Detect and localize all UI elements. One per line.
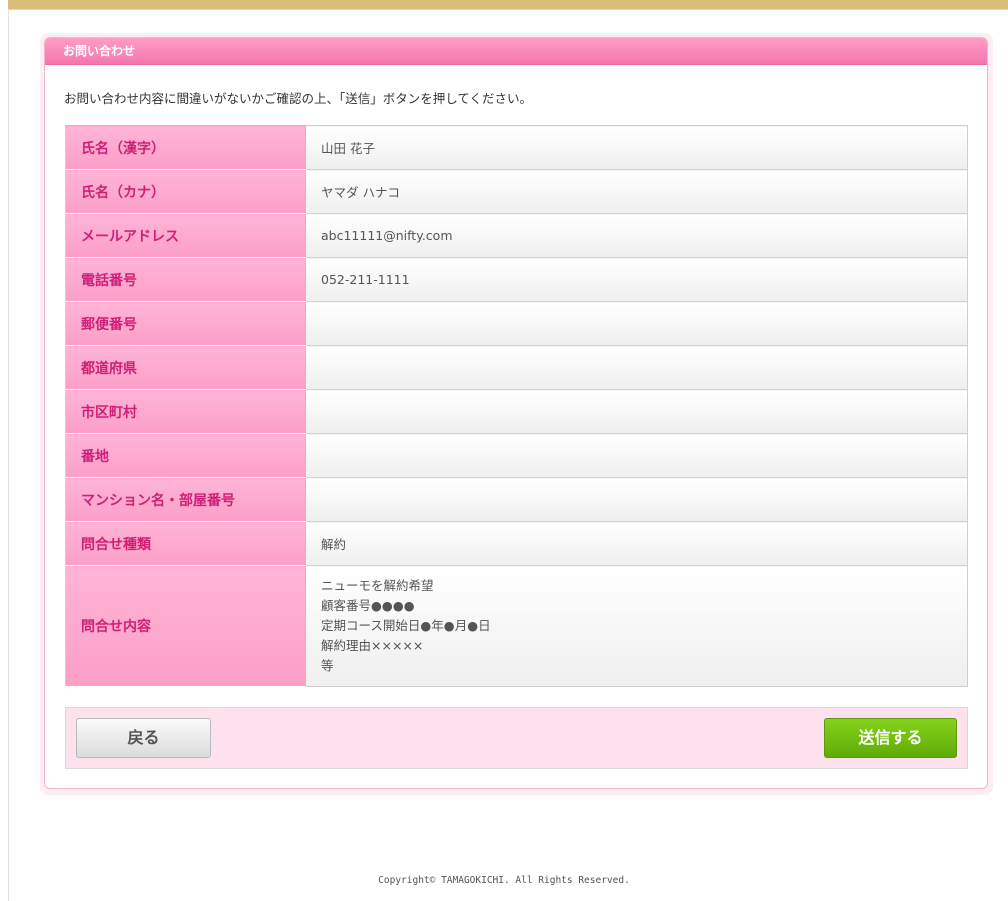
- table-row: 問合せ内容 ニューモを解約希望 顧客番号●●●● 定期コース開始日●年●月●日 …: [65, 565, 968, 687]
- table-row: 都道府県: [65, 345, 968, 390]
- row-value-city: [305, 389, 968, 434]
- action-bar: 戻る 送信する: [65, 707, 968, 769]
- row-label-prefecture: 都道府県: [65, 345, 306, 390]
- panel-title: お問い合わせ: [45, 38, 987, 65]
- row-label-email: メールアドレス: [65, 213, 306, 258]
- table-row: 氏名（漢字） 山田 花子: [65, 125, 968, 170]
- inquiry-line: 顧客番号●●●●: [321, 598, 415, 613]
- intro-text: お問い合わせ内容に間違いがないかご確認の上、「送信」ボタンを押してください。: [64, 91, 533, 106]
- inquiry-line: 解約理由×××××: [321, 638, 424, 653]
- footer-copyright: Copyright© TAMAGOKICHI. All Rights Reser…: [378, 875, 630, 886]
- row-value-address: [305, 433, 968, 478]
- row-value-email: abc11111@nifty.com: [305, 213, 968, 258]
- row-value-phone: 052-211-1111: [305, 257, 968, 302]
- table-row: 番地: [65, 433, 968, 478]
- row-value-prefecture: [305, 345, 968, 390]
- inquiry-line: 等: [321, 658, 334, 673]
- table-row: 氏名（カナ） ヤマダ ハナコ: [65, 169, 968, 214]
- left-border-line: [8, 9, 9, 901]
- top-accent-bar: [8, 0, 1008, 10]
- table-row: 電話番号 052-211-1111: [65, 257, 968, 302]
- row-label-inquiry-type: 問合せ種類: [65, 521, 306, 566]
- inquiry-line: 定期コース開始日●年●月●日: [321, 618, 491, 633]
- row-label-city: 市区町村: [65, 389, 306, 434]
- send-button[interactable]: 送信する: [824, 718, 957, 758]
- table-row: 郵便番号: [65, 301, 968, 346]
- back-button[interactable]: 戻る: [76, 718, 211, 758]
- row-label-name-kanji: 氏名（漢字）: [65, 125, 306, 170]
- row-value-postal-code: [305, 301, 968, 346]
- row-label-phone: 電話番号: [65, 257, 306, 302]
- row-value-inquiry-type: 解約: [305, 521, 968, 566]
- inquiry-line: ニューモを解約希望: [321, 578, 434, 593]
- row-label-inquiry-content: 問合せ内容: [65, 565, 306, 687]
- row-value-name-kana: ヤマダ ハナコ: [305, 169, 968, 214]
- row-label-building: マンション名・部屋番号: [65, 477, 306, 522]
- confirmation-table: 氏名（漢字） 山田 花子 氏名（カナ） ヤマダ ハナコ メールアドレス abc1…: [65, 125, 968, 687]
- row-value-inquiry-content: ニューモを解約希望 顧客番号●●●● 定期コース開始日●年●月●日 解約理由××…: [305, 565, 968, 687]
- row-value-building: [305, 477, 968, 522]
- table-row: メールアドレス abc11111@nifty.com: [65, 213, 968, 258]
- row-value-name-kanji: 山田 花子: [305, 125, 968, 170]
- contact-panel: お問い合わせ お問い合わせ内容に間違いがないかご確認の上、「送信」ボタンを押して…: [44, 37, 988, 789]
- row-label-address: 番地: [65, 433, 306, 478]
- table-row: マンション名・部屋番号: [65, 477, 968, 522]
- table-row: 市区町村: [65, 389, 968, 434]
- row-label-name-kana: 氏名（カナ）: [65, 169, 306, 214]
- table-row: 問合せ種類 解約: [65, 521, 968, 566]
- row-label-postal-code: 郵便番号: [65, 301, 306, 346]
